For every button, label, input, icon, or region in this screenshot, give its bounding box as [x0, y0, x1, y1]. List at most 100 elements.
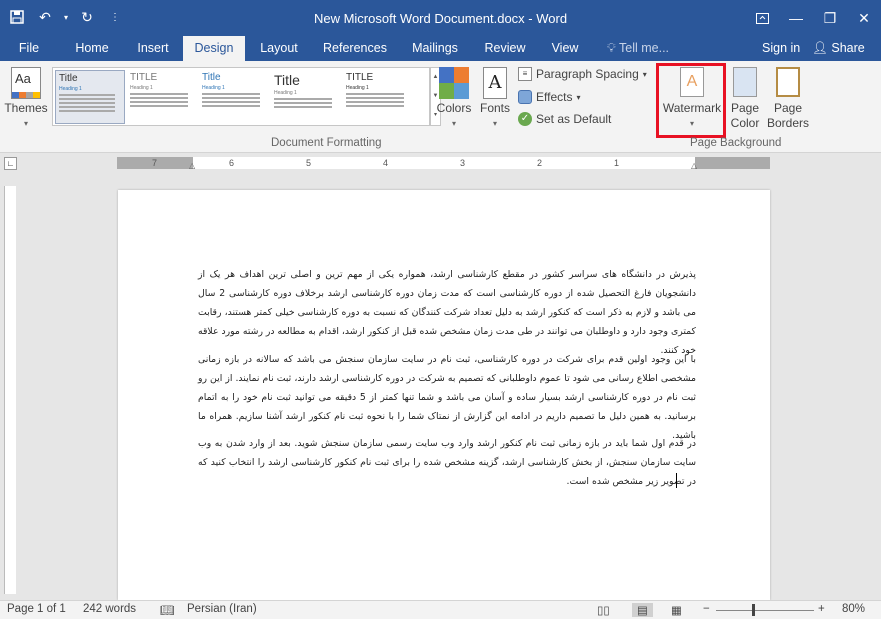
ribbon-display-options-icon[interactable] [745, 0, 779, 36]
zoom-out-icon[interactable]: − [703, 603, 710, 615]
lightbulb-icon: 💡︎ [607, 41, 616, 55]
page-color-label: Page Color [730, 101, 760, 130]
style-set-title: Title [59, 73, 78, 84]
style-set-thumbnail[interactable]: Title Heading 1 [271, 70, 341, 124]
themes-dropdown-icon: ▾ [23, 119, 28, 128]
style-set-thumbnail[interactable]: TITLE Heading 1 [343, 70, 413, 124]
ribbon-tabs: File Home Insert Design Layout Reference… [0, 36, 881, 61]
watermark-button[interactable]: A Watermark ▾ [661, 65, 723, 131]
paragraph-spacing-label: Paragraph Spacing [536, 67, 639, 81]
tab-insert[interactable]: Insert [128, 36, 178, 61]
effects-icon [518, 90, 532, 104]
vertical-ruler[interactable] [4, 186, 16, 594]
word-count[interactable]: 242 words [83, 603, 136, 615]
paragraph[interactable]: با این وجود اولین قدم برای شرکت در دوره … [198, 350, 696, 445]
horizontal-ruler[interactable]: 7 6 5 4 3 2 1 △ △ [117, 157, 770, 170]
ruler-number: 1 [614, 158, 620, 168]
paragraph-spacing-button[interactable]: ≡ Paragraph Spacing ▾ [518, 67, 647, 81]
fonts-icon: A [483, 67, 507, 99]
effects-dropdown-icon: ▾ [576, 92, 581, 102]
zoom-level[interactable]: 80% [842, 603, 865, 615]
ruler-number: 7 [152, 158, 158, 168]
colors-label: Colors [436, 101, 472, 115]
text-cursor [676, 473, 677, 488]
style-set-heading: Heading 1 [346, 85, 369, 91]
tell-me-text: Tell me... [619, 41, 670, 55]
style-set-thumbnail[interactable]: TITLE Heading 1 [127, 70, 197, 124]
tab-file[interactable]: File [8, 36, 50, 61]
style-set-title: Title [274, 72, 300, 88]
style-set-title: TITLE [346, 72, 374, 83]
tab-home[interactable]: Home [68, 36, 116, 61]
colors-dropdown-icon: ▾ [451, 119, 456, 128]
window-controls: — ❐ ✕ [745, 0, 881, 36]
title-bar: ↶ ▾ ↻ ⋮ New Microsoft Word Document.docx… [0, 0, 881, 36]
page-borders-icon [776, 67, 800, 97]
proofing-icon[interactable]: 📖︎ [160, 603, 175, 617]
paragraph[interactable]: پذیرش در دانشگاه های سراسر کشور در مقطع … [198, 265, 696, 360]
paragraph-spacing-icon: ≡ [518, 67, 532, 81]
sign-in-link[interactable]: Sign in [762, 36, 800, 60]
style-set-thumbnail[interactable]: Title Heading 1 [55, 70, 125, 124]
tab-view[interactable]: View [544, 36, 586, 61]
watermark-label: Watermark [662, 101, 722, 115]
colors-icon [439, 67, 469, 99]
ruler-number: 6 [229, 158, 235, 168]
set-as-default-button[interactable]: ✓ Set as Default [518, 112, 611, 126]
read-mode-icon[interactable]: ▯▯ [597, 603, 610, 617]
page-color-icon [733, 67, 757, 97]
document-page[interactable]: پذیرش در دانشگاه های سراسر کشور در مقطع … [118, 190, 770, 600]
paragraph-spacing-dropdown-icon: ▾ [642, 69, 647, 79]
tab-design[interactable]: Design [183, 36, 245, 61]
tab-layout[interactable]: Layout [253, 36, 305, 61]
left-indent-marker[interactable]: △ [189, 161, 195, 170]
ribbon: Aa Themes ▾ Title Heading 1 TITLE Headin… [0, 61, 881, 153]
tab-review[interactable]: Review [479, 36, 531, 61]
watermark-dropdown-icon: ▾ [689, 119, 694, 128]
themes-label: Themes [4, 101, 48, 115]
fonts-label: Fonts [479, 101, 510, 115]
document-formatting-group-label: Document Formatting [271, 137, 382, 149]
style-set-heading: Heading 1 [274, 90, 297, 96]
themes-icon: Aa [11, 67, 41, 99]
effects-button[interactable]: Effects ▾ [518, 90, 580, 104]
close-icon[interactable]: ✕ [847, 0, 881, 36]
web-layout-icon[interactable]: ▦ [671, 603, 682, 617]
ruler-number: 4 [383, 158, 389, 168]
page-count[interactable]: Page 1 of 1 [7, 603, 66, 615]
zoom-slider[interactable] [716, 604, 814, 616]
checkmark-icon: ✓ [518, 112, 532, 126]
ruler-number: 3 [460, 158, 466, 168]
page-color-button[interactable]: Page Color [724, 65, 766, 131]
zoom-in-icon[interactable]: + [818, 603, 825, 615]
style-set-gallery: Title Heading 1 TITLE Heading 1 Title He… [52, 67, 430, 126]
zoom-slider-thumb[interactable] [752, 604, 755, 616]
themes-button[interactable]: Aa Themes ▾ [4, 65, 48, 131]
watermark-icon: A [680, 67, 704, 97]
share-button[interactable]: 👤︎ Share [812, 36, 865, 60]
style-set-thumbnail[interactable]: Title Heading 1 [199, 70, 269, 124]
effects-label: Effects [536, 90, 573, 104]
tab-mailings[interactable]: Mailings [404, 36, 466, 61]
share-label: Share [831, 41, 865, 55]
fonts-dropdown-icon: ▾ [492, 119, 497, 128]
print-layout-icon[interactable]: ▤ [632, 603, 653, 617]
tab-selector-icon[interactable]: ∟ [4, 157, 17, 170]
right-indent-marker[interactable]: △ [691, 161, 697, 170]
style-set-title: Title [202, 72, 221, 83]
style-set-title: TITLE [130, 72, 158, 83]
fonts-button[interactable]: A Fonts ▾ [476, 65, 514, 131]
language-indicator[interactable]: Persian (Iran) [187, 603, 257, 615]
colors-button[interactable]: Colors ▾ [434, 65, 474, 131]
page-borders-button[interactable]: Page Borders [766, 65, 810, 131]
style-set-heading: Heading 1 [202, 85, 225, 91]
minimize-icon[interactable]: — [779, 0, 813, 36]
ruler-text-area [193, 157, 695, 169]
paragraph[interactable]: در قدم اول شما باید در بازه زمانی ثبت نا… [198, 434, 696, 491]
page-background-group-label: Page Background [690, 137, 782, 149]
restore-icon[interactable]: ❐ [813, 0, 847, 36]
tell-me-box[interactable]: 💡︎ Tell me... [607, 36, 669, 60]
page-borders-label: Page Borders [766, 101, 810, 130]
tab-references[interactable]: References [318, 36, 392, 61]
set-as-default-label: Set as Default [536, 112, 612, 126]
